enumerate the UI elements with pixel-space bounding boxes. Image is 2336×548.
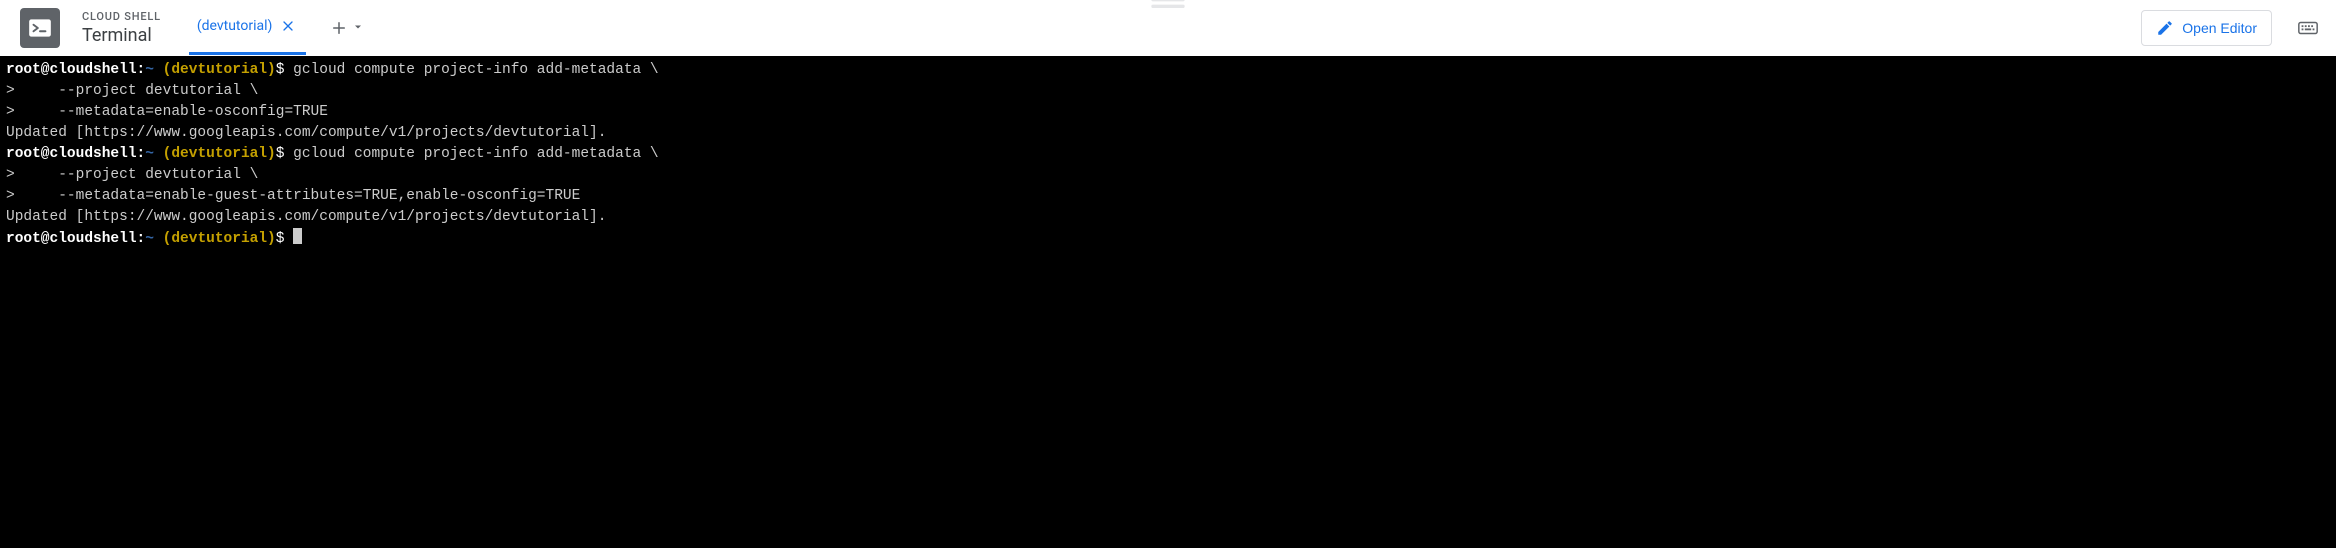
overline-label: CLOUD SHELL (82, 10, 161, 23)
tab-strip: (devtutorial) (189, 0, 373, 55)
open-editor-label: Open Editor (2182, 20, 2257, 36)
tab-label: (devtutorial) (197, 18, 273, 34)
page-title: Terminal (82, 25, 161, 46)
cloud-shell-header: CLOUD SHELL Terminal (devtutorial) Open … (0, 0, 2336, 56)
drag-handle-icon[interactable] (1148, 0, 1188, 6)
open-editor-button[interactable]: Open Editor (2141, 10, 2272, 46)
plus-icon (330, 19, 348, 37)
chevron-down-icon[interactable] (352, 18, 364, 37)
tab-devtutorial[interactable]: (devtutorial) (189, 0, 307, 55)
pencil-icon (2156, 19, 2174, 37)
new-tab-button[interactable] (322, 0, 372, 55)
cloud-shell-icon (20, 8, 60, 48)
keyboard-icon[interactable] (2296, 16, 2320, 40)
close-icon[interactable] (278, 16, 298, 36)
title-block: CLOUD SHELL Terminal (82, 10, 161, 46)
terminal-output[interactable]: root@cloudshell:~ (devtutorial)$ gcloud … (0, 56, 2336, 548)
